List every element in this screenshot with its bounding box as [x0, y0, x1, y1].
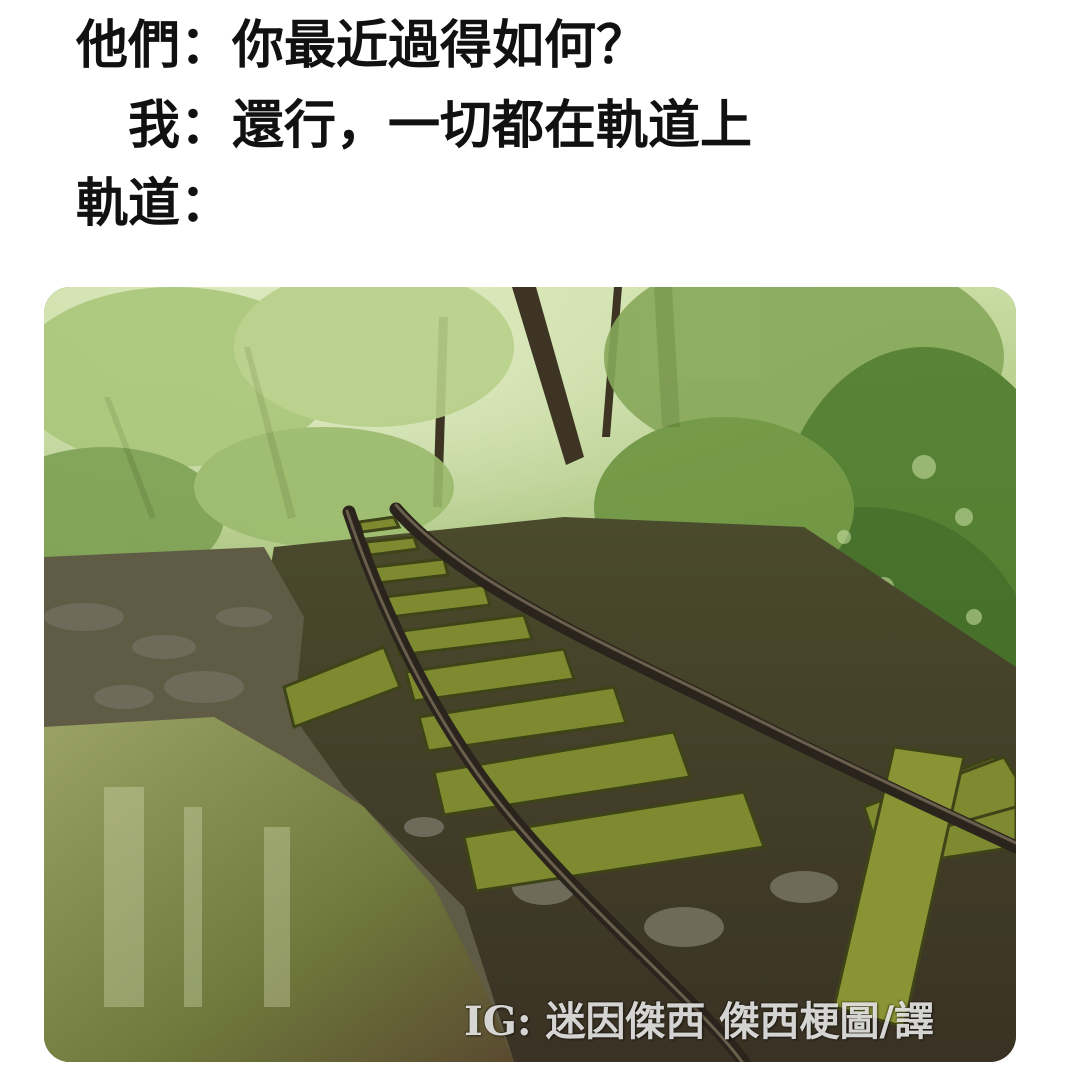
speaker-label: 他們: [75, 16, 180, 76]
dialogue-text: 還行，一切都在軌道上: [232, 96, 753, 156]
dialogue-text: 你最近過得如何？: [232, 16, 649, 76]
speaker-colon: ：: [180, 96, 233, 156]
speaker-colon: ：: [180, 16, 233, 76]
derailed-track-photo: IG: 迷因傑西 傑西梗圖/譯: [44, 287, 1016, 1062]
dialogue-line-them: 他們 ： 你最近過得如何？: [62, 14, 648, 78]
dialogue-line-track: 軌道 ：: [62, 172, 232, 236]
watermark-credit: IG: 迷因傑西 傑西梗圖/譯: [464, 998, 935, 1045]
speaker-label: 軌道: [75, 174, 180, 234]
dialogue-line-me: 我 ： 還行，一切都在軌道上: [62, 94, 752, 158]
forest-railway-scene: [44, 287, 1016, 1062]
speaker-label: 我: [127, 96, 180, 156]
speaker-colon: ：: [180, 174, 233, 234]
meme-caption: 他們 ： 你最近過得如何？ 我 ： 還行，一切都在軌道上 軌道 ：: [0, 0, 1080, 270]
